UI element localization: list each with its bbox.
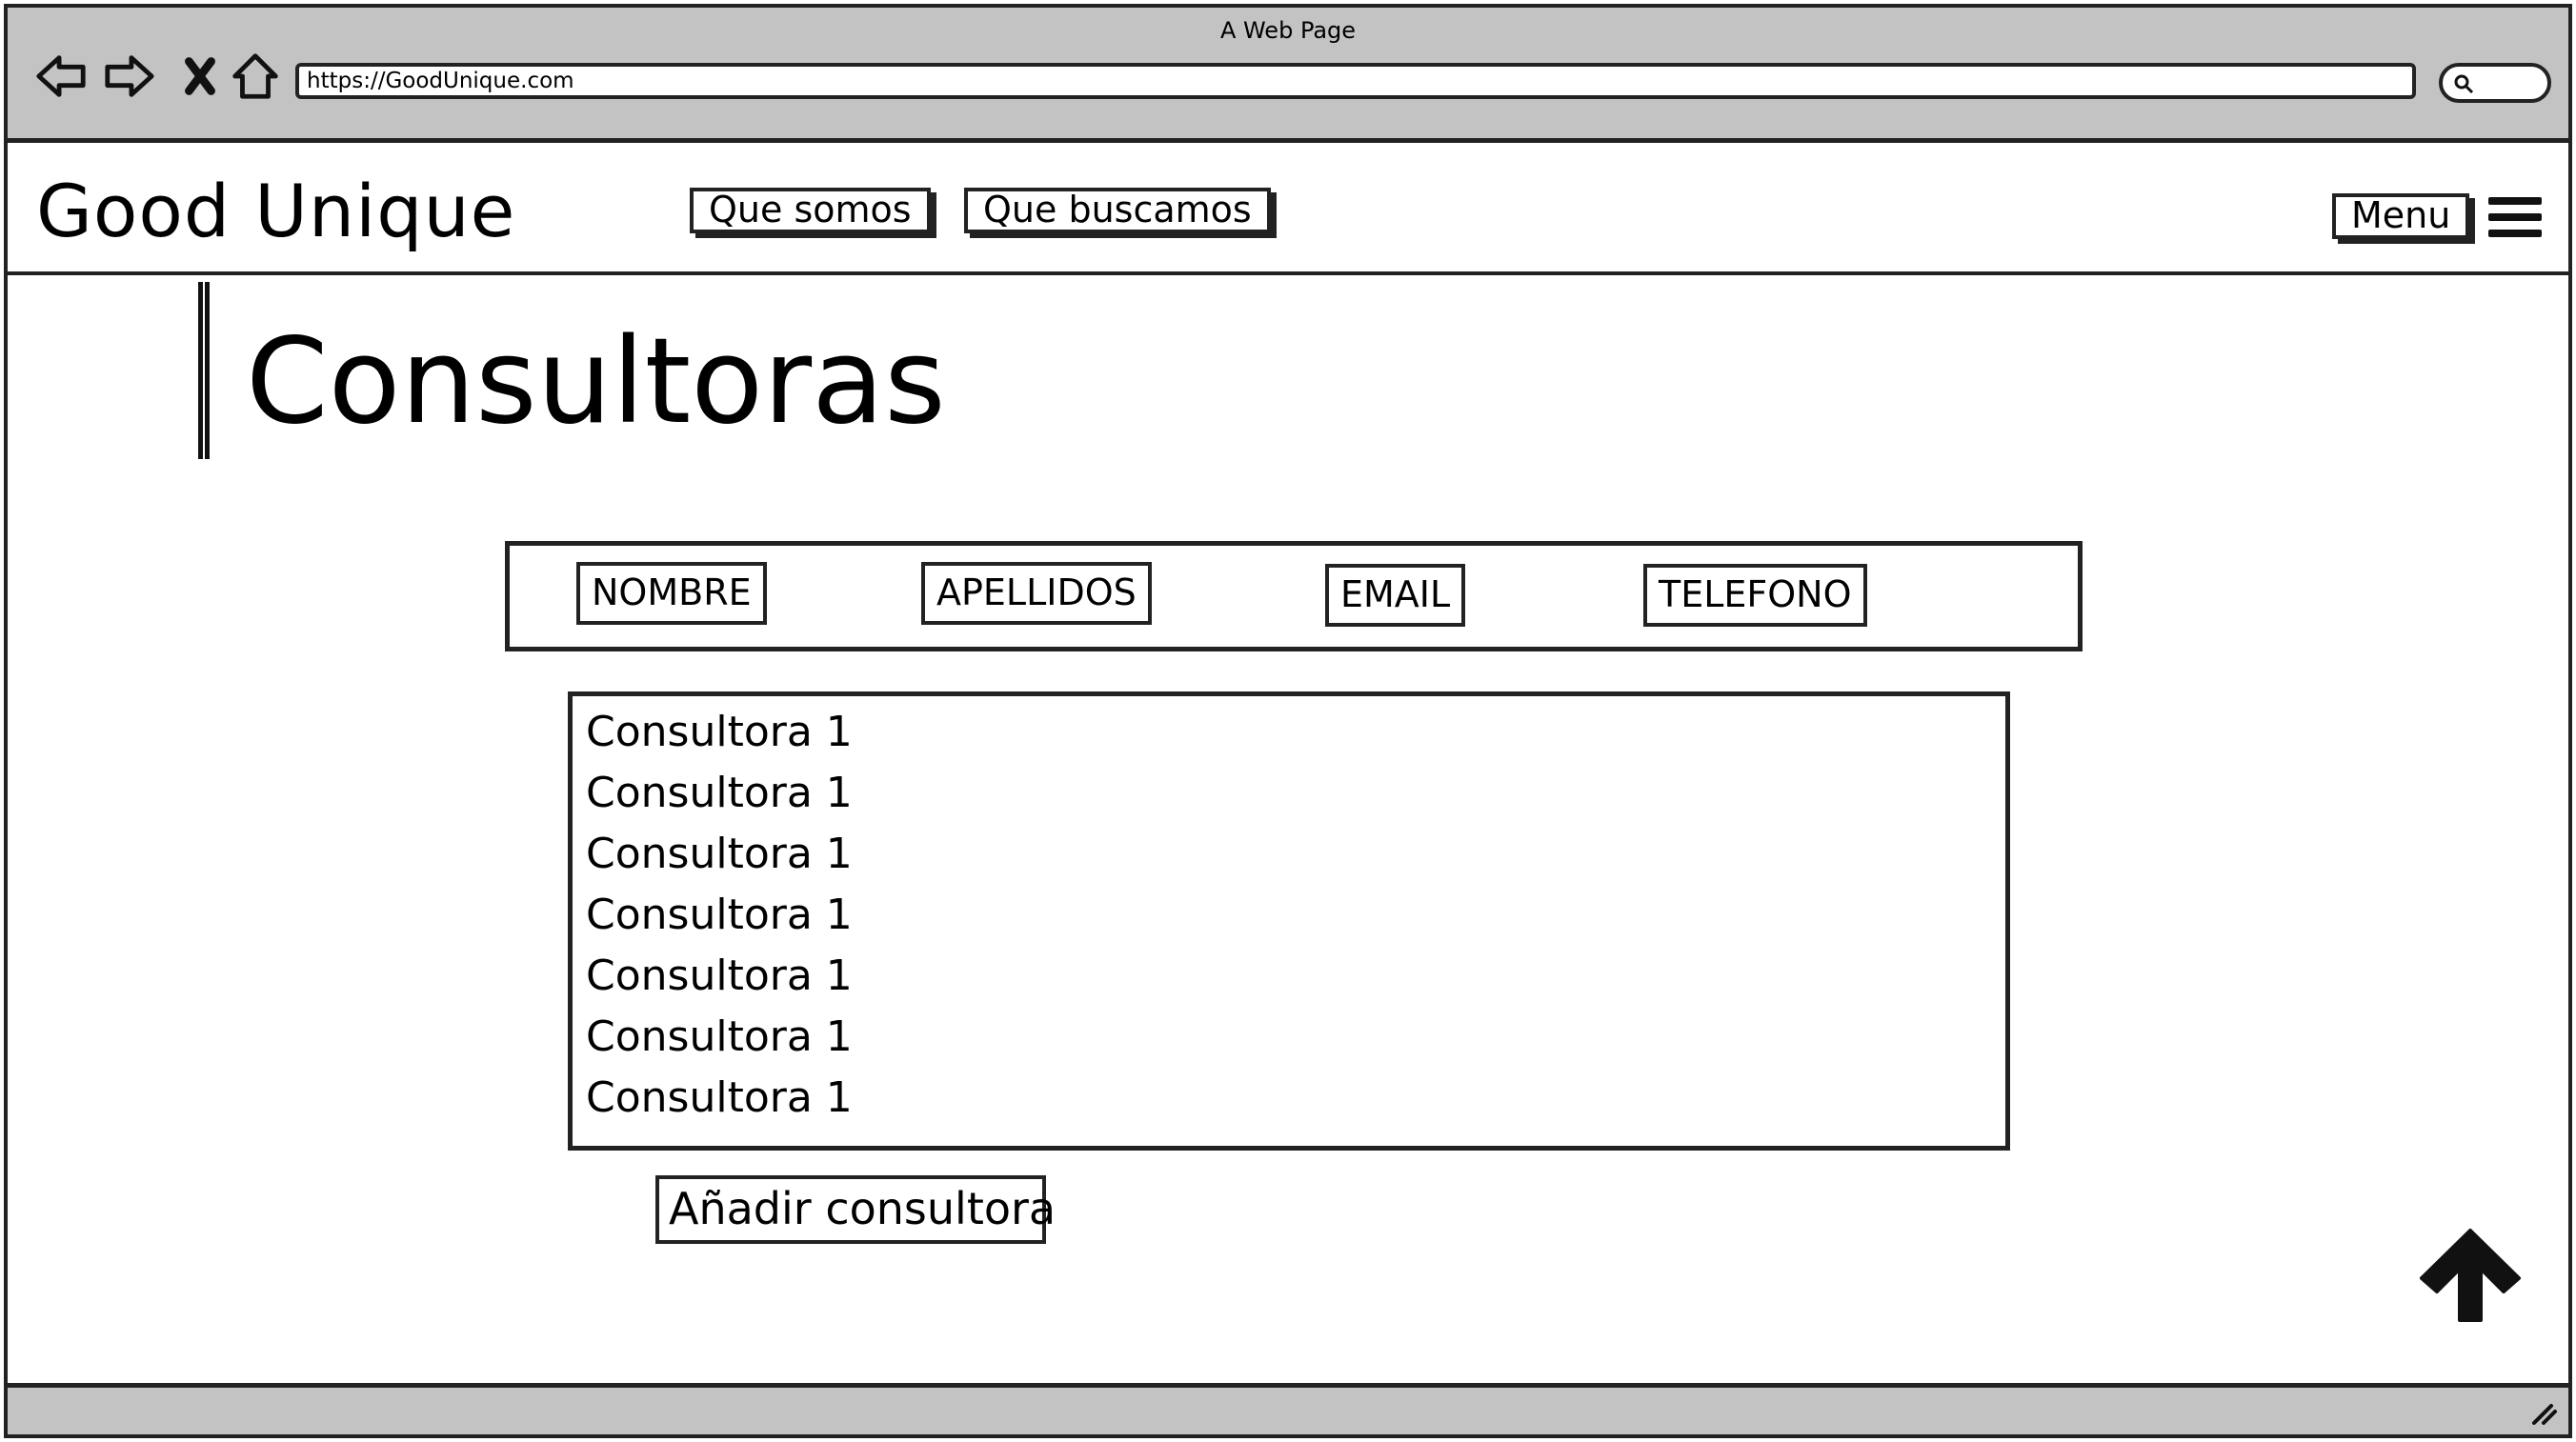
filter-nombre-button[interactable]: NOMBRE	[576, 562, 767, 625]
site-header: Good Unique Que somos Que buscamos Menu	[8, 148, 2568, 275]
page-title: Consultoras	[246, 313, 946, 451]
window-title: A Web Page	[1219, 17, 1357, 44]
list-item[interactable]: Consultora 1	[586, 824, 2005, 885]
url-bar[interactable]: https://GoodUnique.com	[295, 63, 2416, 99]
list-item[interactable]: Consultora 1	[586, 1007, 2005, 1068]
add-consultora-button[interactable]: Añadir consultora	[655, 1175, 1056, 1244]
nav-que-somos-button[interactable]: Que somos	[690, 188, 931, 233]
list-item[interactable]: Consultora 1	[586, 885, 2005, 946]
browser-search-box[interactable]	[2439, 63, 2551, 103]
browser-window: A Web Page https://GoodUnique.com Good U…	[4, 4, 2572, 1438]
hamburger-icon[interactable]	[2488, 197, 2542, 241]
status-bar	[8, 1383, 2568, 1434]
consultoras-list[interactable]: Consultora 1 Consultora 1 Consultora 1 C…	[568, 691, 2010, 1151]
brand-logo[interactable]: Good Unique	[36, 169, 515, 253]
home-icon[interactable]	[225, 46, 286, 107]
title-accent-bar	[198, 282, 210, 459]
forward-arrow-icon[interactable]	[99, 46, 160, 107]
menu-button[interactable]: Menu	[2332, 193, 2470, 239]
browser-chrome: A Web Page https://GoodUnique.com	[8, 8, 2568, 143]
search-icon	[2454, 74, 2474, 94]
back-arrow-icon[interactable]	[30, 46, 91, 107]
list-item[interactable]: Consultora 1	[586, 1068, 2005, 1129]
filter-email-button[interactable]: EMAIL	[1325, 564, 1466, 627]
nav-que-buscamos-button[interactable]: Que buscamos	[964, 188, 1271, 233]
filter-apellidos-button[interactable]: APELLIDOS	[921, 562, 1152, 625]
list-item[interactable]: Consultora 1	[586, 763, 2005, 824]
list-item[interactable]: Consultora 1	[586, 946, 2005, 1007]
up-arrow-icon[interactable]	[2416, 1225, 2525, 1328]
list-item[interactable]: Consultora 1	[586, 702, 2005, 763]
filter-toolbar: NOMBRE APELLIDOS EMAIL TELEFONO	[505, 541, 2083, 651]
resize-grip-icon[interactable]	[2526, 1394, 2561, 1429]
stop-icon[interactable]	[170, 46, 231, 107]
filter-telefono-button[interactable]: TELEFONO	[1643, 564, 1867, 627]
